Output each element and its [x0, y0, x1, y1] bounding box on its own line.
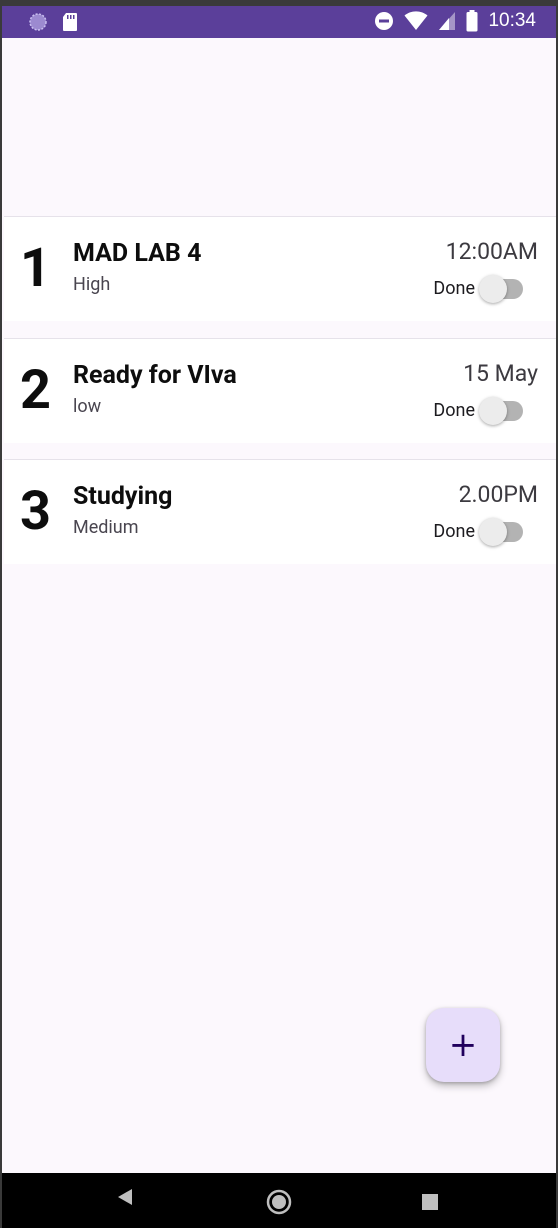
- task-priority: Medium: [73, 517, 139, 538]
- task-time: 2.00PM: [458, 481, 538, 508]
- add-task-button[interactable]: +: [426, 1008, 500, 1082]
- task-number: 3: [20, 480, 51, 543]
- wifi-icon: [404, 11, 428, 31]
- task-time: 12:00AM: [445, 238, 538, 265]
- device-frame: 10:34 1 MAD LAB 4 High 12:00AM Done 2 Re…: [0, 0, 558, 1228]
- switch-knob: [479, 518, 507, 546]
- plus-icon: +: [448, 1025, 478, 1065]
- task-title: MAD LAB 4: [73, 239, 202, 268]
- done-label: Done: [433, 278, 475, 299]
- done-switch[interactable]: [479, 518, 523, 546]
- switch-knob: [479, 275, 507, 303]
- task-card[interactable]: 3 Studying Medium 2.00PM Done: [4, 459, 556, 564]
- done-switch[interactable]: [479, 275, 523, 303]
- status-time: 10:34: [488, 10, 536, 31]
- task-time: 15 May: [463, 360, 538, 387]
- system-nav-bar: [2, 1173, 556, 1228]
- home-icon[interactable]: [266, 1189, 292, 1219]
- task-title: Studying: [73, 482, 173, 511]
- back-icon[interactable]: [116, 1187, 134, 1211]
- cell-signal-icon: [438, 11, 456, 31]
- done-label: Done: [433, 521, 475, 542]
- do-not-disturb-icon: [374, 11, 394, 31]
- status-left-icons: [28, 12, 78, 32]
- task-priority: High: [73, 274, 111, 295]
- sd-card-icon: [62, 12, 78, 32]
- done-switch[interactable]: [479, 397, 523, 425]
- status-bar: 10:34: [2, 6, 556, 38]
- task-card[interactable]: 2 Ready for VIva low 15 May Done: [4, 338, 556, 443]
- status-right-icons: 10:34: [374, 10, 536, 32]
- spinner-icon: [28, 12, 48, 32]
- done-label: Done: [433, 400, 475, 421]
- task-number: 2: [20, 359, 51, 422]
- battery-icon: [466, 10, 478, 32]
- task-card[interactable]: 1 MAD LAB 4 High 12:00AM Done: [4, 216, 556, 321]
- switch-knob: [479, 397, 507, 425]
- task-title: Ready for VIva: [73, 361, 237, 390]
- recents-icon[interactable]: [422, 1194, 438, 1210]
- task-number: 1: [20, 237, 51, 300]
- task-list-screen: 1 MAD LAB 4 High 12:00AM Done 2 Ready fo…: [2, 38, 556, 1173]
- task-priority: low: [73, 396, 102, 417]
